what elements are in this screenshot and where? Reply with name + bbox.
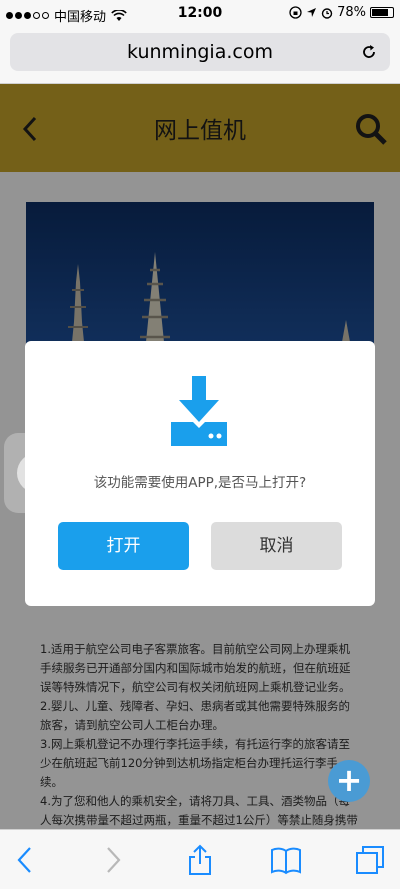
page: 中国移动 12:00 78% kunmingia.com 网上值机 1.适用于航… [0, 0, 400, 889]
status-bar: 中国移动 12:00 78% [0, 0, 400, 28]
url-field[interactable]: kunmingia.com [10, 33, 390, 71]
alarm-icon [321, 7, 333, 19]
back-arrow-icon[interactable] [10, 844, 42, 876]
location-icon [307, 8, 317, 17]
share-icon[interactable] [184, 844, 216, 876]
browser-address-area: kunmingia.com [0, 28, 400, 84]
browser-toolbar [0, 829, 400, 889]
cancel-button[interactable]: 取消 [211, 522, 342, 570]
tabs-icon[interactable] [354, 844, 386, 876]
forward-arrow-icon[interactable] [96, 844, 128, 876]
download-icon [171, 376, 227, 446]
url-text: kunmingia.com [127, 41, 273, 63]
status-right: 78% [289, 5, 394, 20]
plus-icon[interactable]: + [328, 760, 370, 802]
bookmarks-icon[interactable] [270, 844, 302, 876]
reload-icon[interactable] [360, 43, 378, 61]
open-button[interactable]: 打开 [58, 522, 189, 570]
rotation-lock-icon [289, 6, 302, 19]
open-app-dialog: 该功能需要使用APP,是否马上打开? 打开 取消 [25, 341, 375, 606]
battery-icon [370, 7, 394, 18]
battery-percent: 78% [337, 5, 366, 20]
dialog-message: 该功能需要使用APP,是否马上打开? [93, 475, 307, 491]
